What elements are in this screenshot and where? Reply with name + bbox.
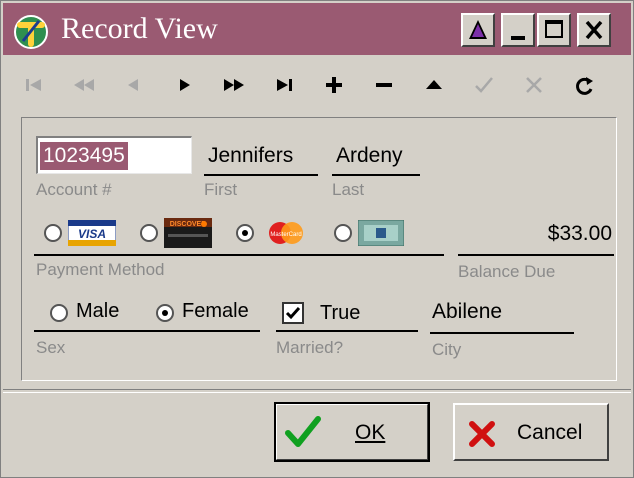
mastercard-card-icon: MasterCard [262,220,310,246]
sex-option-female: Female [182,300,249,322]
first-record-icon [26,79,41,91]
balance-due-value: $33.00 [547,222,612,245]
minimize-button[interactable] [501,13,535,47]
first-name-field[interactable]: Jennifers [208,144,293,168]
cancel-label: Cancel [517,421,583,444]
last-name-field[interactable]: Ardeny [336,144,403,168]
maximize-icon [545,20,563,38]
payment-caption: Payment Method [36,260,165,279]
first-name-underline [204,174,318,176]
married-value: True [320,302,361,324]
edit-record-icon [426,80,442,89]
svg-text:VISA: VISA [78,227,106,241]
next-record-button[interactable] [167,69,201,101]
next-page-icon [224,79,244,91]
payment-radio-visa[interactable] [44,224,62,242]
insert-record-icon [326,77,342,93]
other-card-icon [357,219,405,247]
payment-underline [34,254,444,256]
first-caption: First [204,180,238,199]
sex-underline [34,330,260,332]
close-icon [585,20,603,40]
payment-radio-other[interactable] [334,224,352,242]
city-field[interactable]: Abilene [432,300,502,324]
visa-card-icon: VISA [67,219,117,247]
check-mark-icon [285,307,301,320]
sex-option-male: Male [76,300,120,322]
edit-record-button[interactable] [417,69,451,101]
next-page-button[interactable] [217,69,251,101]
minimize-icon [511,36,525,40]
post-edit-icon [475,77,493,93]
sex-radio-female[interactable] [156,304,174,322]
refresh-icon [576,77,593,95]
account-caption: Account # [36,180,112,199]
svg-text:DISCOVER: DISCOVER [170,221,207,228]
first-record-button[interactable] [17,69,51,101]
refresh-button[interactable] [567,69,601,101]
payment-radio-discover[interactable] [140,224,158,242]
insert-record-button[interactable] [317,69,351,101]
app-icon [14,15,48,49]
maximize-button[interactable] [537,13,571,47]
help-icon [469,20,487,39]
help-button[interactable] [461,13,495,47]
record-panel: 1023495 Account # Jennifers First Ardeny… [21,117,617,381]
discover-card-icon: DISCOVER [164,218,212,248]
married-caption: Married? [276,338,344,357]
post-edit-button[interactable] [467,69,501,101]
ok-button[interactable]: OK [274,402,430,462]
next-record-icon [180,79,190,91]
balance-caption: Balance Due [458,262,556,281]
delete-record-icon [376,83,392,87]
cancel-button[interactable]: Cancel [453,403,609,461]
account-number-input[interactable]: 1023495 [36,136,192,174]
married-underline [276,330,418,332]
payment-radio-mastercard[interactable] [236,224,254,242]
button-separator [3,389,631,393]
balance-underline [458,254,614,256]
sex-radio-male[interactable] [50,304,68,322]
cancel-x-icon [469,421,495,447]
last-name-underline [332,174,420,176]
record-navigator [17,65,617,105]
prior-record-icon [128,79,138,91]
city-underline [430,332,574,334]
city-caption: City [432,340,462,359]
check-icon [285,416,321,447]
title-bar[interactable]: Record View [3,3,631,55]
prior-record-button[interactable] [117,69,151,101]
prior-page-button[interactable] [67,69,101,101]
prior-page-icon [74,79,94,91]
married-checkbox[interactable] [282,302,304,324]
cancel-edit-button[interactable] [517,69,551,101]
cancel-edit-icon [526,77,542,93]
sex-caption: Sex [36,338,66,357]
last-record-button[interactable] [267,69,301,101]
svg-text:MasterCard: MasterCard [270,232,301,238]
ok-label: OK [355,421,386,444]
delete-record-button[interactable] [367,69,401,101]
last-caption: Last [332,180,365,199]
window-title: Record View [61,12,218,45]
account-number-value: 1023495 [40,142,128,170]
last-record-icon [277,79,292,91]
close-button[interactable] [577,13,611,47]
record-view-window: Record View 1023495 Account # Jennifers … [0,0,634,478]
